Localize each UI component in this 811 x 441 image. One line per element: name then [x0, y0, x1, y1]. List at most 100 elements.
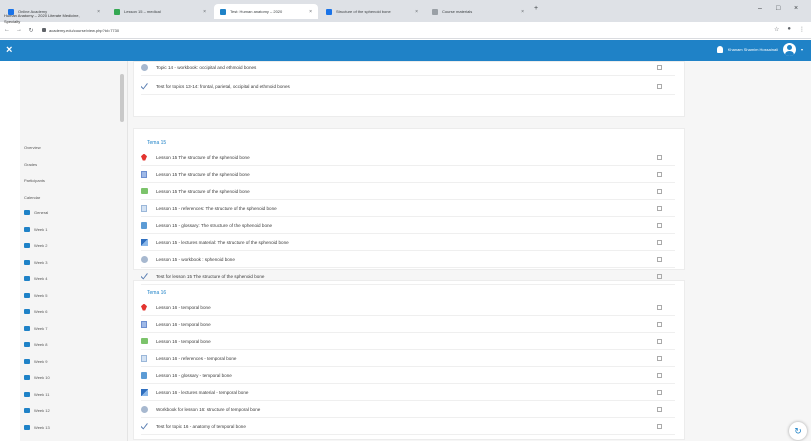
completion-checkbox[interactable] — [657, 83, 662, 89]
sidebar-week-item[interactable]: Week 11 — [24, 391, 49, 397]
completion-checkbox[interactable] — [657, 64, 662, 70]
sidebar-week-item[interactable]: General — [24, 210, 48, 215]
activity-row[interactable]: Lesson 15 The structure of the sphenoid … — [140, 186, 674, 196]
close-icon[interactable]: × — [415, 9, 418, 15]
completion-checkbox[interactable] — [657, 256, 662, 262]
profile-icon[interactable]: ● — [787, 26, 791, 33]
completion-checkbox[interactable] — [657, 273, 662, 279]
sidebar-week-item[interactable]: Week 4 — [24, 276, 48, 281]
browser-tab[interactable]: Course materials × — [426, 4, 530, 19]
browser-tab-active[interactable]: Test: Human anatomy – 2020 × — [214, 4, 318, 19]
completion-checkbox[interactable] — [657, 355, 662, 361]
completion-checkbox[interactable] — [657, 423, 662, 429]
sidebar-week-item[interactable]: Week 13 — [24, 424, 50, 430]
close-icon[interactable]: × — [521, 9, 524, 15]
chevron-down-icon[interactable]: ▾ — [801, 47, 803, 52]
completion-checkbox[interactable] — [657, 389, 662, 395]
minimize-icon[interactable]: – — [758, 5, 762, 12]
sidebar-link-grades[interactable]: Grades — [24, 162, 37, 167]
activity-link[interactable]: Workbook for lesson 16: structure of tem… — [156, 407, 260, 412]
activity-row[interactable]: Lesson 16 - temporal bone — [140, 336, 674, 346]
activity-link[interactable]: Lesson 15 - references: The structure of… — [156, 206, 277, 211]
activity-link[interactable]: Test for topics 13-14: frontal, parietal… — [156, 84, 290, 89]
activity-row[interactable]: Lesson 15 - lectures material: The struc… — [140, 237, 674, 247]
activity-row[interactable]: Lesson 16 - temporal bone — [140, 319, 674, 329]
notification-bell-icon[interactable] — [716, 46, 723, 53]
activity-row[interactable]: Lesson 16 - glossary - temporal bone — [140, 370, 674, 380]
activity-link[interactable]: Lesson 16 - references - temporal bone — [156, 356, 236, 361]
activity-row[interactable]: Lesson 15 The structure of the sphenoid … — [140, 169, 674, 179]
activity-link[interactable]: Lesson 16 - temporal bone — [156, 305, 211, 310]
completion-checkbox[interactable] — [657, 372, 662, 378]
section-title[interactable]: Tema 16 — [147, 290, 166, 296]
completion-checkbox[interactable] — [657, 154, 662, 160]
activity-link[interactable]: Topic 14 - workbook: occipital and ethmo… — [156, 65, 256, 70]
activity-link[interactable]: Lesson 15 The structure of the sphenoid … — [156, 155, 250, 160]
sidebar-week-item[interactable]: Week 6 — [24, 309, 48, 314]
activity-row[interactable]: Workbook for lesson 16: structure of tem… — [140, 404, 674, 414]
close-drawer-icon[interactable]: × — [6, 44, 12, 56]
activity-link[interactable]: Lesson 15 - glossary: The structure of t… — [156, 223, 272, 228]
close-icon[interactable]: × — [309, 9, 312, 15]
sidebar-week-item[interactable]: Week 9 — [24, 358, 48, 364]
user-menu[interactable]: Khanam Shamim Hossainali ▾ — [716, 43, 803, 56]
sidebar-course-name[interactable]: Human Anatomy – 2020 Literate Medicine, … — [4, 13, 94, 24]
sidebar-week-item[interactable]: Week 1 — [24, 226, 48, 232]
section-title[interactable]: Tema 15 — [147, 140, 166, 146]
completion-checkbox[interactable] — [657, 304, 662, 310]
sidebar-link-overview[interactable]: Overview — [24, 145, 41, 150]
url-field[interactable]: academy.edu/course/view.php?id=7730 — [42, 28, 119, 33]
reload-icon[interactable]: ↻ — [26, 27, 36, 34]
new-tab-icon[interactable]: + — [534, 5, 538, 12]
activity-row[interactable]: Lesson 15 - workbook : sphenoid bone — [140, 254, 674, 264]
activity-link[interactable]: Lesson 15 The structure of the sphenoid … — [156, 189, 250, 194]
activity-row[interactable]: Test for lesson 15 The structure of the … — [140, 271, 674, 281]
menu-dots-icon[interactable]: ⋮ — [799, 26, 805, 33]
completion-checkbox[interactable] — [657, 406, 662, 412]
sidebar-week-item[interactable]: Week 8 — [24, 342, 48, 347]
close-icon[interactable]: × — [203, 9, 206, 15]
activity-link[interactable]: Lesson 15 The structure of the sphenoid … — [156, 172, 250, 177]
browser-tab[interactable]: Structure of the sphenoid bone × — [320, 4, 424, 19]
window-close-icon[interactable]: × — [794, 5, 798, 12]
completion-checkbox[interactable] — [657, 338, 662, 344]
forward-arrow-icon[interactable]: → — [14, 27, 24, 33]
completion-checkbox[interactable] — [657, 222, 662, 228]
activity-link[interactable]: Lesson 16 - glossary - temporal bone — [156, 373, 232, 378]
maximize-icon[interactable]: □ — [776, 5, 780, 12]
completion-checkbox[interactable] — [657, 239, 662, 245]
activity-row[interactable]: Lesson 15 - glossary: The structure of t… — [140, 220, 674, 230]
sidebar-week-item[interactable]: Week 10 — [24, 375, 50, 380]
activity-link[interactable]: Lesson 16 - lectures material - temporal… — [156, 390, 248, 395]
browser-tab[interactable]: Lesson 15 – medical × — [108, 4, 212, 19]
refresh-icon[interactable]: ↻ — [789, 422, 807, 440]
sidebar-week-item[interactable]: Week 5 — [24, 292, 48, 298]
activity-link[interactable]: Lesson 15 - workbook : sphenoid bone — [156, 257, 235, 262]
sidebar-link-calendar[interactable]: Calendar — [24, 195, 40, 200]
activity-link[interactable]: Lesson 16 - temporal bone — [156, 322, 211, 327]
activity-link[interactable]: Test for topic 16 - anatomy of temporal … — [156, 424, 246, 429]
activity-link[interactable]: Lesson 15 - lectures material: The struc… — [156, 240, 289, 245]
activity-link[interactable]: Test for lesson 15 The structure of the … — [156, 274, 264, 279]
sidebar-scrollbar[interactable] — [120, 74, 124, 122]
sidebar-week-item[interactable]: Week 12 — [24, 408, 50, 413]
completion-checkbox[interactable] — [657, 205, 662, 211]
avatar[interactable] — [782, 43, 796, 56]
sidebar-week-item[interactable]: Week 3 — [24, 259, 48, 265]
completion-checkbox[interactable] — [657, 171, 662, 177]
sidebar-week-item[interactable]: Week 7 — [24, 325, 48, 331]
activity-row[interactable]: Lesson 15 The structure of the sphenoid … — [140, 152, 674, 162]
completion-checkbox[interactable] — [657, 188, 662, 194]
activity-row[interactable]: Test for topics 13-14: frontal, parietal… — [140, 81, 674, 91]
activity-row[interactable]: Lesson 15 - references: The structure of… — [140, 203, 674, 213]
sidebar-link-participants[interactable]: Participants — [24, 178, 45, 183]
star-icon[interactable]: ☆ — [774, 26, 779, 33]
back-arrow-icon[interactable]: ← — [2, 27, 12, 33]
activity-row[interactable]: Test for topic 16 - anatomy of temporal … — [140, 421, 674, 431]
close-icon[interactable]: × — [97, 9, 100, 15]
completion-checkbox[interactable] — [657, 321, 662, 327]
sidebar-week-item[interactable]: Week 2 — [24, 243, 48, 248]
activity-row[interactable]: Lesson 16 - temporal bone — [140, 302, 674, 312]
activity-row[interactable]: Topic 14 - workbook: occipital and ethmo… — [140, 62, 674, 72]
activity-row[interactable]: Lesson 16 - references - temporal bone — [140, 353, 674, 363]
